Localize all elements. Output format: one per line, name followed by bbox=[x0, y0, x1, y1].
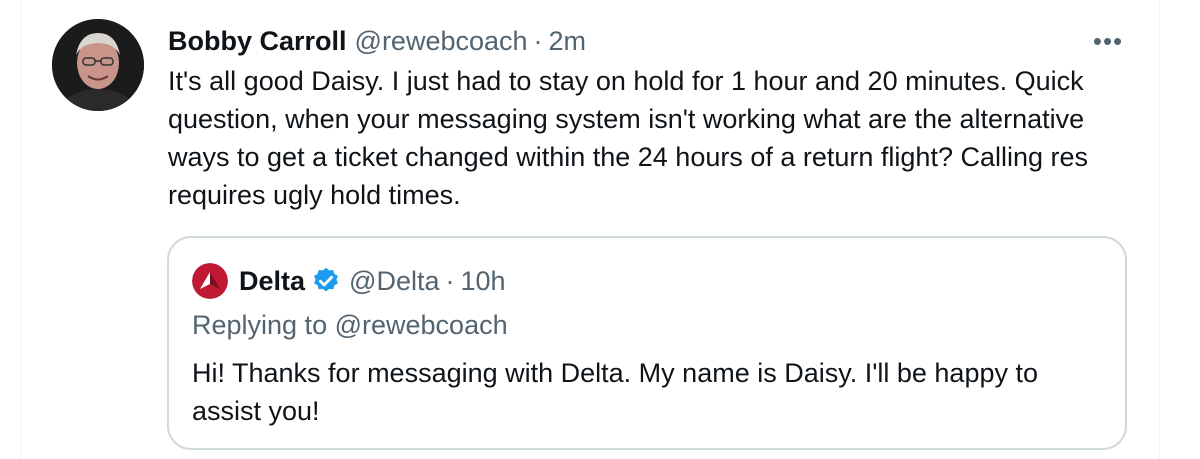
quoted-tweet-timestamp[interactable]: 10h bbox=[460, 266, 505, 297]
quoted-tweet-card[interactable]: Delta @Delta · 10h Replying to @rewebcoa… bbox=[167, 236, 1127, 450]
tweet-header: Bobby Carroll @rewebcoach · 2m bbox=[168, 24, 586, 58]
user-avatar-photo-icon bbox=[52, 19, 144, 111]
separator-dot: · bbox=[533, 25, 543, 56]
quoted-tweet-header: Delta @Delta · 10h bbox=[239, 263, 506, 299]
replying-to-mention[interactable]: @rewebcoach bbox=[335, 310, 508, 340]
author-handle[interactable]: @rewebcoach bbox=[355, 26, 528, 57]
verified-badge-icon bbox=[311, 266, 341, 296]
replying-to-label: Replying to bbox=[192, 310, 328, 340]
tweet-text: It's all good Daisy. I just had to stay … bbox=[168, 66, 1089, 210]
delta-logo-icon[interactable] bbox=[192, 263, 228, 299]
replying-to-line: Replying to @rewebcoach bbox=[192, 310, 508, 341]
tweet-timestamp[interactable]: 2m bbox=[549, 26, 587, 57]
quoted-author-handle[interactable]: @Delta bbox=[349, 266, 439, 297]
quoted-tweet-text: Hi! Thanks for messaging with Delta. My … bbox=[192, 358, 1039, 426]
more-options-icon[interactable]: ••• bbox=[1088, 26, 1128, 56]
author-name[interactable]: Bobby Carroll bbox=[168, 26, 347, 57]
quoted-author-name[interactable]: Delta bbox=[239, 266, 305, 297]
author-avatar[interactable] bbox=[52, 19, 144, 111]
separator-dot: · bbox=[445, 265, 455, 296]
